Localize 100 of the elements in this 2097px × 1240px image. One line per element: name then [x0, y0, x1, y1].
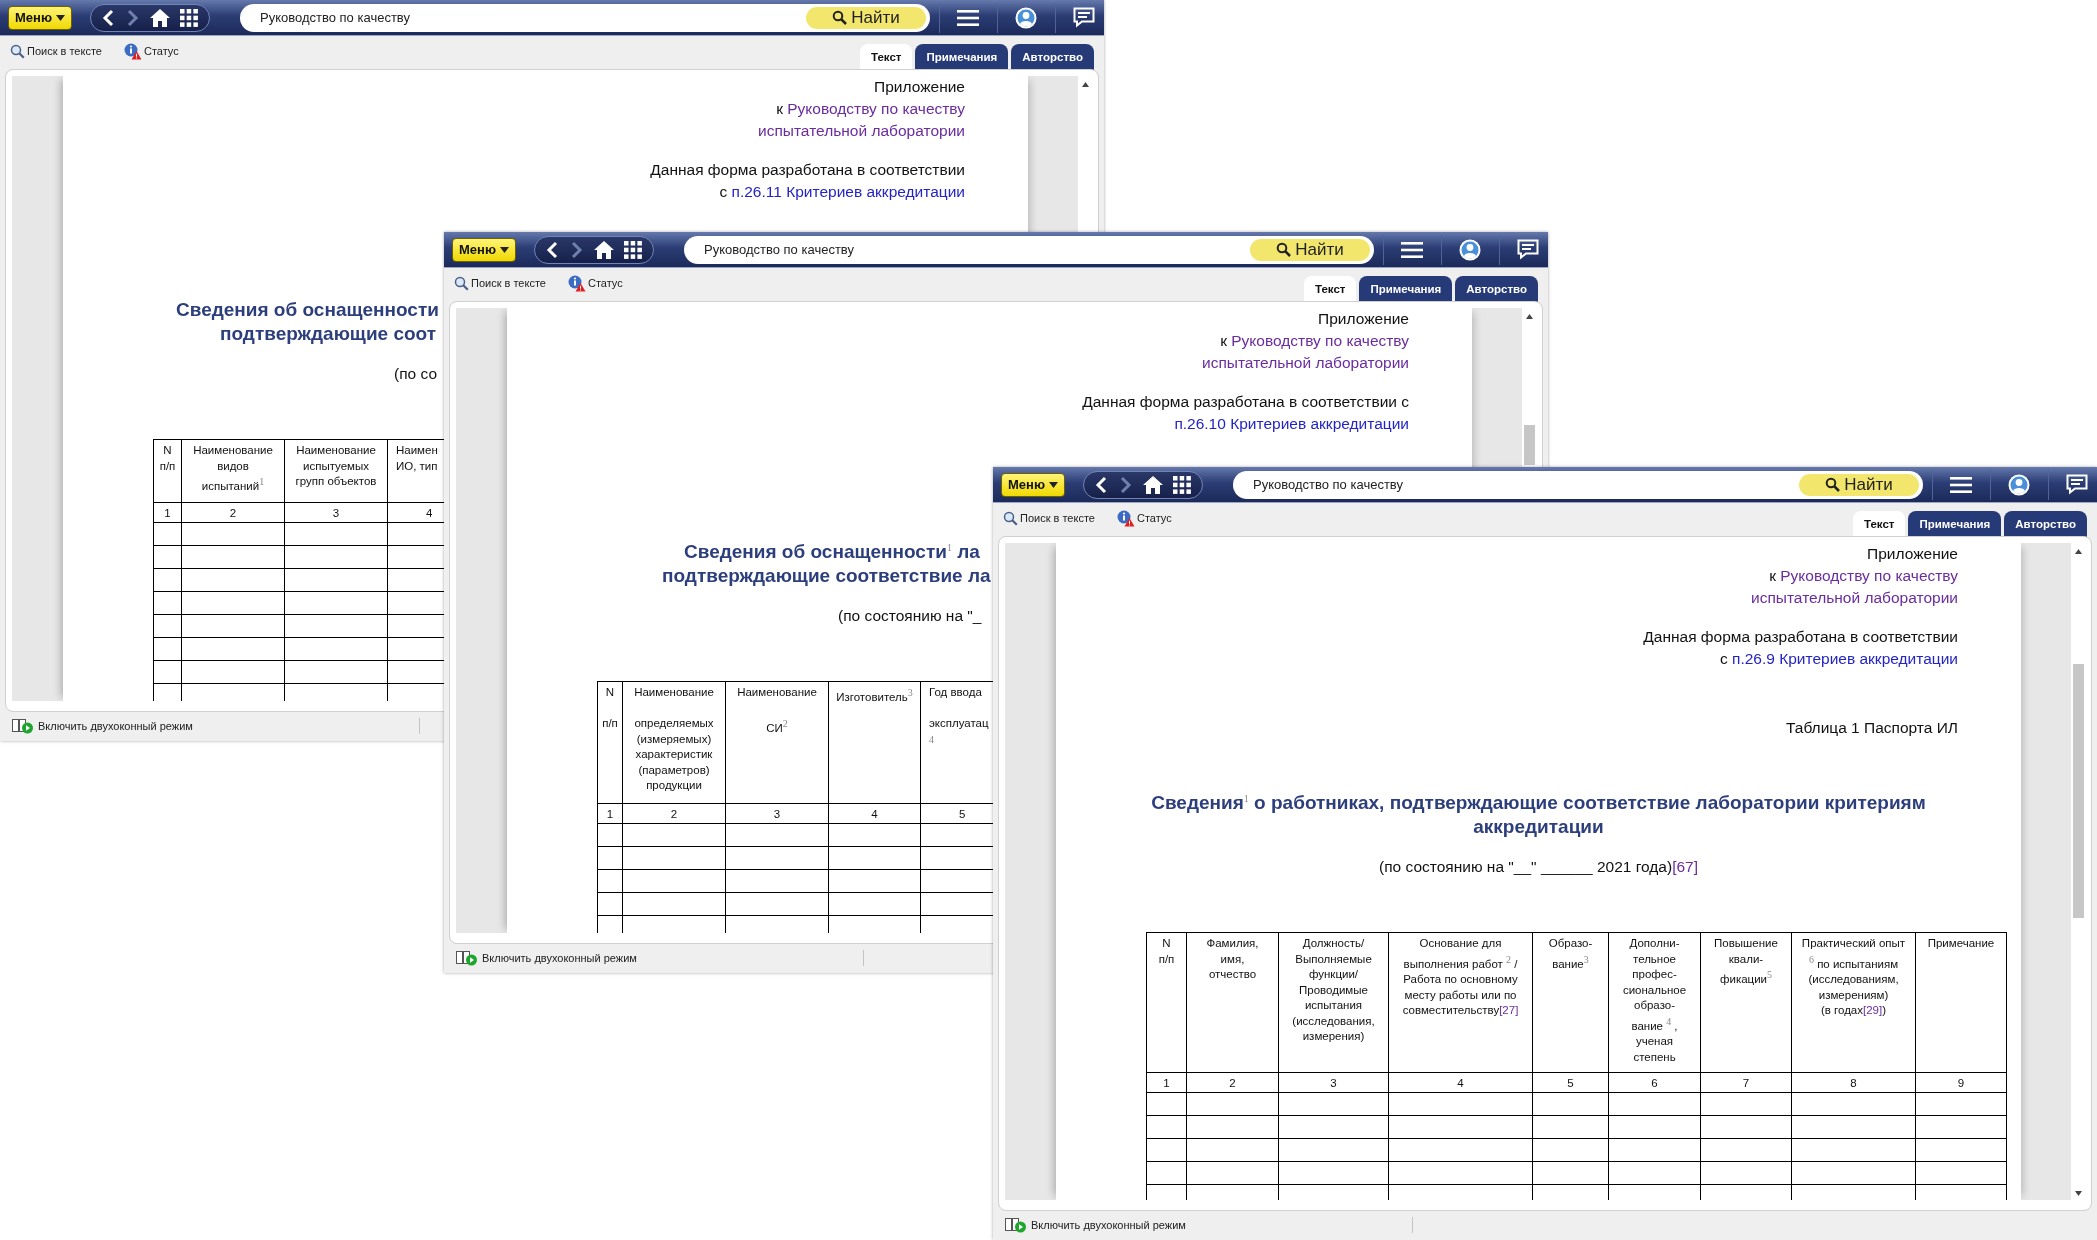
- two-window-icon: [12, 718, 34, 734]
- document-link[interactable]: [29]: [1863, 1004, 1883, 1017]
- status-link[interactable]: Статус: [123, 42, 179, 60]
- tab[interactable]: Примечания: [1359, 276, 1453, 302]
- document-title: подтверждающие соответствие ла: [662, 565, 991, 587]
- scrollbar-thumb[interactable]: [2073, 664, 2084, 918]
- chat-icon[interactable]: [2066, 474, 2089, 495]
- tab[interactable]: Текст: [1304, 276, 1357, 302]
- user-icon[interactable]: [1015, 6, 1038, 29]
- search-icon: [1825, 477, 1841, 492]
- table-cell: 4: [871, 807, 878, 820]
- scroll-down-icon[interactable]: [2075, 1191, 2082, 1196]
- back-icon[interactable]: [101, 8, 116, 27]
- chat-icon[interactable]: [1073, 7, 1096, 28]
- search-icon: [1003, 510, 1018, 526]
- chat-icon[interactable]: [1517, 239, 1540, 260]
- table-header-cell: Основание для выполнения работ $^{2}$ / Работа по основному месту работы или по совместительству[27]: [1402, 937, 1519, 1017]
- document-link[interactable]: испытательной лаборатории: [1751, 589, 1958, 606]
- table-cell: 2: [670, 807, 678, 820]
- menu-icon[interactable]: [1401, 240, 1424, 259]
- document-title: подтверждающие соот: [220, 323, 437, 344]
- document-link[interactable]: Руководству по качеству: [1780, 567, 1958, 584]
- tab[interactable]: Текст: [860, 44, 913, 70]
- tab[interactable]: Текст: [1853, 511, 1906, 537]
- table-cell: 3: [332, 506, 340, 519]
- tab[interactable]: Авторство: [1011, 44, 1094, 70]
- search-in-text-link[interactable]: Поиск в тексте: [1003, 510, 1095, 526]
- grid-icon[interactable]: [180, 8, 199, 27]
- tab[interactable]: Авторство: [1455, 276, 1538, 302]
- menu-icon[interactable]: [957, 8, 980, 27]
- tab[interactable]: Примечания: [915, 44, 1009, 70]
- two-window-mode-button[interactable]: Включить двухоконный режим: [12, 718, 193, 734]
- status-link[interactable]: Статус: [1116, 509, 1172, 527]
- table-cell: 2: [229, 506, 237, 519]
- document-link[interactable]: [27]: [1499, 1004, 1519, 1017]
- document-link[interactable]: п.26.9 Критериев аккредитации: [1732, 650, 1958, 667]
- info-warning-icon: [567, 274, 586, 292]
- table-cell: 6: [1651, 1076, 1658, 1089]
- table-header-cell: Практический опыт $^{6}$ по испытаниям (исследованиям, измерениям) (в годах[29]): [1801, 937, 1906, 1017]
- search-field[interactable]: Руководство по качеству Найти: [684, 235, 1374, 264]
- two-window-mode-button[interactable]: Включить двухоконный режим: [456, 950, 637, 966]
- caret-icon: [500, 246, 509, 253]
- grid-icon[interactable]: [1173, 475, 1192, 494]
- back-icon[interactable]: [1094, 475, 1109, 494]
- document-link[interactable]: п.26.10 Критериев аккредитации: [1174, 415, 1409, 432]
- menu-button[interactable]: Меню: [452, 237, 516, 262]
- home-icon[interactable]: [1141, 474, 1164, 495]
- menu-icon[interactable]: [1950, 475, 1973, 494]
- table-header-cell: N п/п: [159, 444, 176, 472]
- table-cell: 4: [1457, 1076, 1464, 1089]
- document-link[interactable]: Руководству по качеству: [1231, 332, 1409, 349]
- date-line: (по состоянию на "_: [838, 607, 982, 625]
- menu-button[interactable]: Меню: [8, 5, 72, 30]
- appendix-text: Приложение: [874, 78, 965, 95]
- forward-icon[interactable]: [1118, 475, 1133, 494]
- table-header-cell: Наименование СИ$^{2}$: [737, 686, 817, 735]
- search-in-text-link[interactable]: Поиск в тексте: [10, 43, 102, 59]
- tab[interactable]: Авторство: [2004, 511, 2087, 537]
- search-in-text-link[interactable]: Поиск в тексте: [454, 275, 546, 291]
- appendix-text: к Руководству по качеству: [776, 100, 965, 117]
- back-icon[interactable]: [545, 240, 560, 259]
- table-header-cell: Наименование испытуемых групп объектов: [295, 444, 377, 487]
- find-button[interactable]: Найти: [806, 6, 926, 29]
- table-cell: 8: [1850, 1076, 1857, 1089]
- scrollbar-thumb[interactable]: [1524, 425, 1535, 465]
- find-button[interactable]: Найти: [1799, 473, 1919, 496]
- document-link[interactable]: испытательной лаборатории: [1202, 354, 1409, 371]
- caret-icon: [1049, 481, 1058, 488]
- home-icon[interactable]: [148, 7, 171, 28]
- search-field[interactable]: Руководство по качеству Найти: [1233, 470, 1923, 499]
- status-link[interactable]: Статус: [567, 274, 623, 292]
- table-cell: 3: [773, 807, 781, 820]
- document-link[interactable]: п.26.11 Критериев аккредитации: [731, 183, 965, 200]
- table-cell: 1: [1163, 1076, 1170, 1089]
- document-title: Сведения$^{1}$ о работниках, подтверждающие соответствие лаборатории критериям: [1151, 792, 1926, 814]
- forward-icon[interactable]: [125, 8, 140, 27]
- home-icon[interactable]: [592, 239, 615, 260]
- document-link[interactable]: Руководству по качеству: [787, 100, 965, 117]
- scroll-up-icon[interactable]: [1082, 82, 1089, 87]
- table-header-cell: Наимен ИО, тип: [396, 444, 438, 472]
- two-window-mode-button[interactable]: Включить двухоконный режим: [1005, 1217, 1186, 1233]
- document-link[interactable]: [67]: [1672, 858, 1698, 876]
- user-icon[interactable]: [2008, 473, 2031, 496]
- menu-button[interactable]: Меню: [1001, 472, 1065, 497]
- tab[interactable]: Примечания: [1908, 511, 2002, 537]
- search-field[interactable]: Руководство по качеству Найти: [240, 3, 930, 32]
- form-note: с п.26.9 Критериев аккредитации: [1719, 650, 1958, 667]
- search-icon: [832, 10, 848, 25]
- table-header-cell: Образо- вание$^{3}$: [1548, 937, 1593, 970]
- scroll-up-icon[interactable]: [2075, 549, 2082, 554]
- find-button[interactable]: Найти: [1250, 238, 1370, 261]
- forward-icon[interactable]: [569, 240, 584, 259]
- date-line: (по со: [394, 365, 438, 382]
- scroll-up-icon[interactable]: [1526, 314, 1533, 319]
- user-icon[interactable]: [1459, 238, 1482, 261]
- document-link[interactable]: испытательной лаборатории: [758, 122, 965, 139]
- grid-icon[interactable]: [624, 240, 643, 259]
- table-cell: 4: [426, 506, 433, 519]
- date-line: (по состоянию на "__" ______ 2021 года)[67]: [1379, 858, 1698, 876]
- form-note: Данная форма разработана в соответствии: [1643, 628, 1958, 645]
